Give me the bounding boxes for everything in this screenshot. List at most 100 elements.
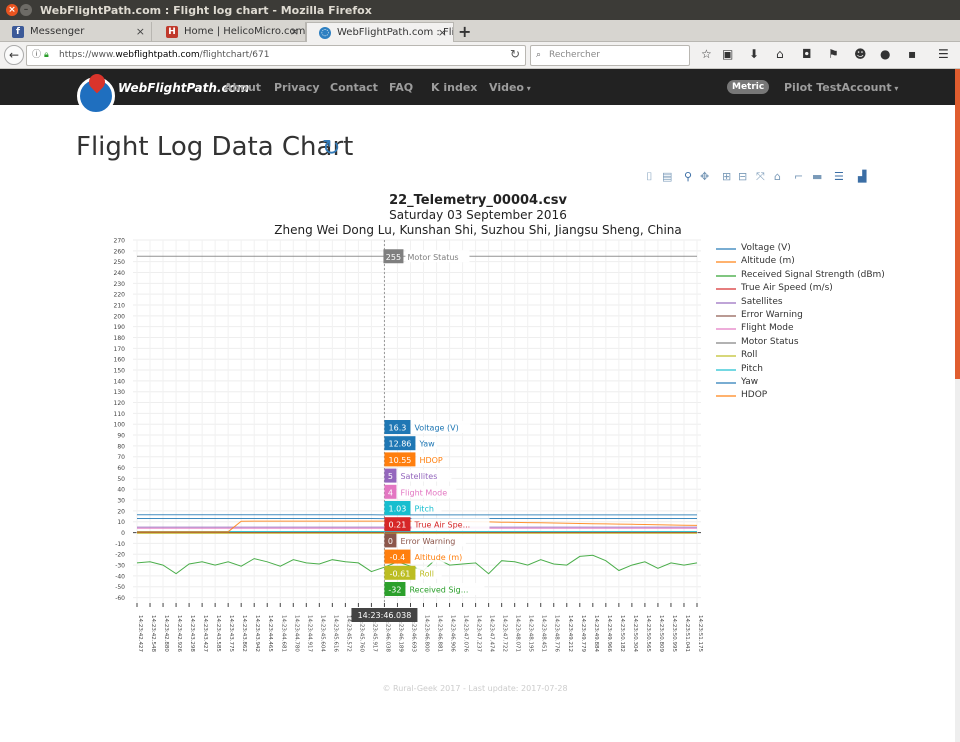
x-tick-label: 14:23:50.809	[658, 615, 664, 652]
back-arrow-icon[interactable]: ←	[4, 45, 24, 65]
reading-list-icon[interactable]: ▣	[722, 47, 733, 61]
legend-item[interactable]: Satellites	[716, 297, 916, 309]
nav-about[interactable]: About	[224, 81, 261, 94]
nav-contact[interactable]: Contact	[330, 81, 378, 94]
x-tick-label: 14:23:51.175	[697, 615, 703, 652]
nav-k-index[interactable]: K index	[431, 81, 477, 94]
legend-item[interactable]: Voltage (V)	[716, 243, 916, 255]
tab-helicomicro[interactable]: H Home | HelicoMicro.com ×	[154, 22, 306, 42]
search-placeholder: Rechercher	[549, 50, 600, 60]
tab-webflightpath[interactable]: ◌ WebFlightPath.com : Flight log ×	[306, 22, 454, 42]
camera-icon[interactable]: ⌷	[646, 170, 653, 184]
x-tick-label: 14:23:49.884	[593, 615, 599, 652]
legend-item[interactable]: Altitude (m)	[716, 256, 916, 268]
hover-value: -0.4	[390, 553, 406, 562]
y-tick-label: 190	[114, 324, 126, 331]
hover-value: 10.55	[388, 456, 411, 465]
x-tick-label: 14:23:44.780	[293, 615, 299, 652]
plotly-logo-icon[interactable]: ▟	[858, 170, 866, 183]
close-tab-icon[interactable]: ×	[290, 25, 299, 38]
x-tick-label: 14:23:46.693	[410, 615, 416, 652]
close-window-icon[interactable]: ×	[6, 4, 18, 16]
chat-icon[interactable]: ▪	[908, 47, 916, 61]
hover-value-box	[384, 501, 411, 515]
close-tab-icon[interactable]: ×	[438, 26, 447, 39]
y-tick-label: 110	[114, 411, 126, 418]
refresh-icon[interactable]: ↻	[322, 136, 340, 161]
y-tick-label: 220	[114, 292, 126, 299]
zoom-out-icon[interactable]: ⊟	[738, 170, 747, 183]
legend-item[interactable]: Roll	[716, 350, 916, 362]
zoom-icon[interactable]: ⚲	[684, 170, 692, 183]
menu-icon[interactable]: ☰	[938, 47, 949, 61]
hover-value-box	[384, 484, 397, 499]
new-tab-icon[interactable]: +	[458, 22, 471, 41]
hover-label-bg	[411, 550, 476, 563]
page-scrollbar[interactable]	[955, 69, 960, 742]
save-icon[interactable]: ▤	[662, 170, 672, 183]
info-icon[interactable]: ⓘ	[32, 46, 41, 65]
legend-item[interactable]: Yaw	[716, 377, 916, 389]
y-tick-label: 230	[114, 281, 126, 288]
home-icon[interactable]: ⌂	[776, 47, 784, 61]
url-bar[interactable]: ⓘ 🔒︎ https://www.webflightpath.com/fligh…	[26, 45, 526, 66]
metric-badge[interactable]: Metric	[727, 80, 770, 94]
legend-swatch	[716, 315, 736, 317]
x-tick-label: 14:23:44.465	[267, 615, 273, 652]
x-tick-label: 14:23:50.182	[619, 615, 625, 652]
x-tick-label: 14:23:43.775	[228, 615, 234, 652]
tab-messenger[interactable]: f Messenger ×	[0, 22, 152, 42]
pocket-icon[interactable]: ◘	[802, 47, 812, 61]
y-tick-label: 30	[117, 498, 125, 505]
hover-series-name: Pitch	[414, 505, 433, 514]
x-tick-label: 14:23:47.076	[463, 615, 469, 652]
nav-faq[interactable]: FAQ	[389, 81, 413, 94]
legend-label: Roll	[741, 350, 758, 361]
x-tick-label: 14:23:49.966	[606, 615, 612, 652]
search-input[interactable]: ⌕ Rechercher	[530, 45, 690, 66]
legend-label: HDOP	[741, 390, 768, 401]
legend-item[interactable]: Motor Status	[716, 337, 916, 349]
legend-item[interactable]: Error Warning	[716, 310, 916, 322]
account-menu[interactable]: Pilot TestAccount ▾	[784, 81, 898, 94]
download-icon[interactable]: ⬇	[749, 47, 759, 61]
bookmark-star-icon[interactable]: ☆	[701, 47, 712, 61]
legend-item[interactable]: Flight Mode	[716, 323, 916, 335]
tab-label: Home | HelicoMicro.com	[184, 26, 306, 37]
hover-series-name: Satellites	[400, 472, 437, 481]
reload-icon[interactable]: ↻	[510, 47, 520, 61]
hover-value: 5	[388, 472, 393, 481]
close-tab-icon[interactable]: ×	[136, 25, 145, 38]
ghost-icon[interactable]: ☻	[854, 47, 867, 61]
legend-item[interactable]: HDOP	[716, 390, 916, 402]
legend-item[interactable]: Received Signal Strength (dBm)	[716, 270, 916, 282]
zoom-in-icon[interactable]: ⊞	[722, 170, 731, 183]
caret-down-icon: ▾	[523, 84, 531, 93]
y-tick-label: 160	[114, 357, 126, 364]
x-tick-label: 14:23:43.942	[254, 615, 260, 652]
legend-item[interactable]: Pitch	[716, 364, 916, 376]
hover-compare-icon[interactable]: ☰	[834, 170, 844, 183]
x-tick-label: 14:23:51.041	[684, 615, 690, 652]
spike-lines-icon[interactable]: ⌐	[794, 170, 803, 183]
pan-icon[interactable]: ✥	[700, 170, 709, 183]
scrollbar-thumb[interactable]	[955, 69, 960, 379]
y-tick-label: 0	[121, 530, 125, 537]
y-tick-label: 40	[117, 487, 125, 494]
chart-subtitle-location: Zheng Wei Dong Lu, Kunshan Shi, Suzhou S…	[274, 223, 682, 237]
nav-privacy[interactable]: Privacy	[274, 81, 320, 94]
extension-icon[interactable]: ⚑	[828, 47, 839, 61]
x-tick-label: 14:23:45.604	[319, 615, 325, 652]
nav-video[interactable]: Video ▾	[489, 81, 531, 94]
logo-globe-icon[interactable]	[77, 70, 115, 115]
minimize-window-icon[interactable]: –	[20, 4, 32, 16]
x-tick-label: 14:23:45.572	[345, 615, 351, 652]
hover-closest-icon[interactable]: ▬	[812, 170, 822, 183]
y-tick-label: 70	[117, 454, 125, 461]
autoscale-icon[interactable]: ⤧	[756, 170, 765, 184]
addon-circle-icon[interactable]: ●	[880, 47, 890, 61]
reset-home-icon[interactable]: ⌂	[774, 170, 781, 183]
hover-value-box	[384, 565, 416, 580]
legend-item[interactable]: True Air Speed (m/s)	[716, 283, 916, 295]
y-tick-label: 150	[114, 368, 126, 375]
